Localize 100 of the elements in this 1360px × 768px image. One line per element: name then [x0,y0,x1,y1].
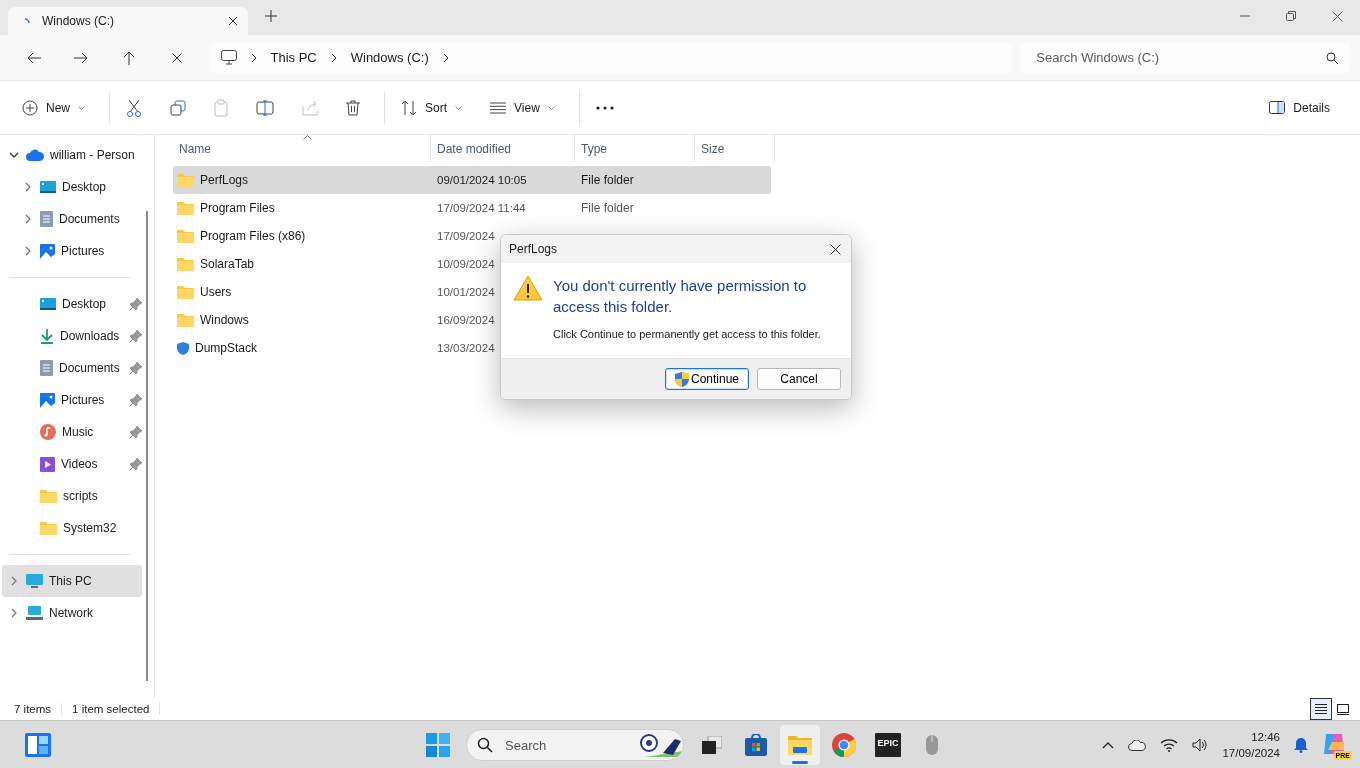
status-text: 1 item selected [72,703,161,715]
back-icon [26,51,41,64]
sidebar-item[interactable]: william - Person [2,139,142,171]
details-view-button[interactable] [1310,698,1332,720]
cancel-button[interactable]: Cancel [757,368,841,390]
column-header[interactable]: Size [695,135,775,162]
folder-icon [177,229,194,243]
chevron-right-icon [11,608,17,618]
sidebar-item[interactable]: Pictures [2,384,142,416]
caret-icon [455,105,463,110]
file-row[interactable]: Program Files 17/09/2024 11:44 File folder [173,194,771,222]
sidebar-item[interactable]: Documents [2,352,142,384]
list-icon [490,101,507,114]
sort-button[interactable]: Sort [391,93,473,122]
column-header[interactable]: Name [173,135,431,162]
details-view-icon [1315,704,1327,714]
sidebar-item[interactable]: This PC [2,565,142,597]
shield-icon [177,341,189,355]
date-cell: 16/09/2024 [437,314,495,326]
cloud-icon [1128,739,1147,751]
tab-title: Windows (C:) [42,14,115,28]
chevron-right-icon [25,214,31,224]
chevron-down-icon [9,152,19,158]
close-icon [228,16,238,26]
folder-icon [177,201,194,215]
cloud-icon [26,149,44,161]
breadcrumb[interactable]: This PC [270,50,317,65]
file-name: Program Files [200,201,275,215]
picture-icon [40,243,55,259]
scrollbar[interactable] [146,211,148,681]
continue-button[interactable]: Continue [665,368,749,390]
pin-icon [130,394,142,406]
task-view-icon [702,736,722,754]
taskbar-search[interactable]: Search [466,729,684,761]
folder-icon [177,313,194,327]
sidebar-item[interactable]: Music [2,416,142,448]
caret-icon [78,105,85,110]
widgets-icon [25,732,51,757]
share-icon [302,99,318,116]
folder-icon [788,735,812,755]
sidebar-item[interactable]: System32 [2,512,142,544]
sidebar-item[interactable]: Desktop [2,171,142,203]
address-bar[interactable]: This PC Windows (C:) [208,42,1013,73]
computer-icon [26,573,43,589]
date-cell: 13/03/2024 [437,342,495,354]
up-icon [123,50,136,65]
column-header[interactable]: Date modified [431,135,575,162]
sidebar-item[interactable]: Desktop [2,288,142,320]
date-cell: 09/01/2024 10:05 [437,174,527,186]
window-tab[interactable]: Windows (C:) [8,7,248,35]
add-icon [22,99,38,116]
sidebar-item[interactable]: scripts [2,480,142,512]
close-icon [830,243,841,255]
date-cell: 10/01/2024 [437,286,495,298]
chevron-right-icon [330,52,337,63]
sidebar-item[interactable]: Pictures [2,235,142,267]
chevron-up-icon [1102,741,1115,749]
sidebar-item[interactable]: Videos [2,448,142,480]
picture-icon [40,392,55,408]
desktop-icon [40,297,56,311]
tiles-view-icon [1337,703,1349,715]
search-icon [1326,51,1338,64]
windows-icon [426,733,450,757]
file-name: SolaraTab [200,257,255,271]
column-header[interactable]: Type [575,135,695,162]
search-input[interactable]: Search Windows (C:) [1034,49,1326,66]
add-tab-icon [265,10,277,22]
uac-shield-icon [674,371,689,387]
clock-time: 12:46 [1251,730,1280,745]
search-field[interactable]: Search Windows (C:) [1020,42,1350,73]
view-button[interactable]: View [480,94,565,121]
sidebar-item[interactable]: Downloads [2,320,142,352]
monitor-icon [220,50,237,65]
sidebar-item[interactable]: Documents [2,203,142,235]
running-indicator [792,761,808,764]
folder-icon [40,521,57,535]
warning-icon [513,275,543,301]
file-name: Program Files (x86) [200,229,306,243]
chevron-right-icon [250,52,257,63]
music-icon [40,424,56,440]
chevron-right-icon [442,52,449,63]
pin-icon [130,458,142,470]
sidebar-item[interactable]: Network [2,597,142,629]
date-cell: 17/09/2024 [437,230,495,242]
forward-icon [74,51,89,64]
dialog-detail: Click Continue to permanently get access to this folder. [553,327,822,342]
rename-icon [256,99,274,116]
restore-icon [1286,11,1296,21]
trash-icon [346,99,360,116]
taskbar-app[interactable]: EPIC [868,725,908,765]
details-button[interactable]: Details [1259,94,1340,121]
close-icon [171,52,182,63]
file-row[interactable]: PerfLogs 09/01/2024 10:05 File folder [173,166,771,194]
speaker-icon [1192,738,1209,752]
type-cell: File folder [581,173,634,187]
pin-icon [130,298,142,310]
breadcrumb[interactable]: Windows (C:) [350,50,429,65]
new-button[interactable]: New [12,93,95,122]
copy-icon [170,99,186,116]
caret-icon [547,105,555,110]
